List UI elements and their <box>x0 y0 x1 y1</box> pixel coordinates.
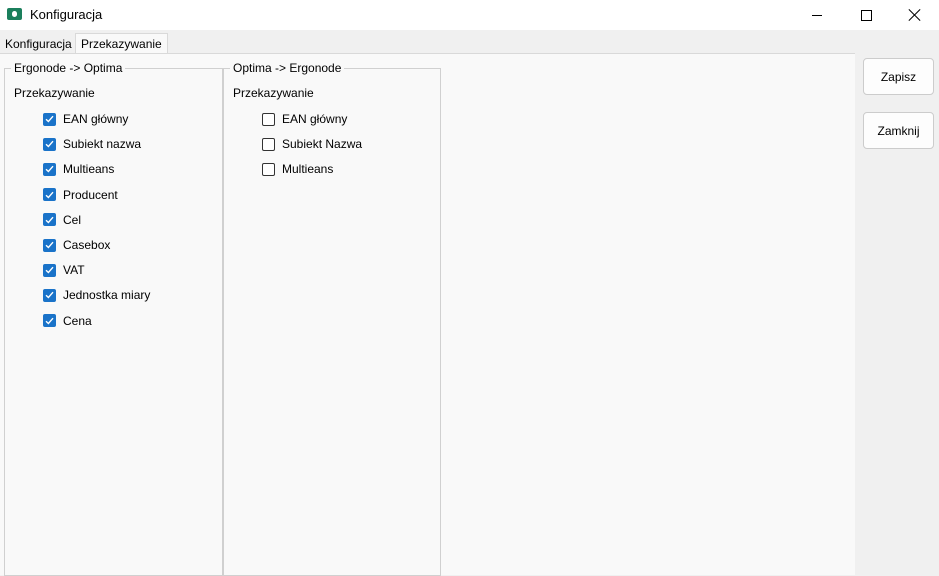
maximize-button[interactable] <box>843 0 889 30</box>
group-title: Ergonode -> Optima <box>11 61 126 75</box>
check-icon <box>45 292 54 299</box>
ergonode-to-optima-group: Ergonode -> Optima Przekazywanie EAN głó… <box>4 61 223 576</box>
tab-panel: Ergonode -> Optima Przekazywanie EAN głó… <box>0 53 855 576</box>
close-button[interactable]: Zamknij <box>863 112 934 149</box>
section-label: Przekazywanie <box>233 86 314 100</box>
checkbox-label: Producent <box>63 187 118 202</box>
window-title: Konfiguracja <box>30 7 103 22</box>
checkbox-checked[interactable] <box>43 263 56 277</box>
checkbox-row[interactable]: EAN główny <box>43 111 128 127</box>
checkbox-row[interactable]: Subiekt Nazwa <box>262 136 362 152</box>
minimize-icon <box>812 14 822 16</box>
app-icon <box>7 8 22 20</box>
maximize-icon <box>860 9 872 21</box>
checkbox-label: Multieans <box>63 162 115 177</box>
minimize-button[interactable] <box>794 0 840 30</box>
checkbox-checked[interactable] <box>43 238 56 252</box>
title-bar: Konfiguracja <box>0 0 939 30</box>
section-label: Przekazywanie <box>14 86 95 100</box>
checkbox-row[interactable]: EAN główny <box>262 111 347 127</box>
check-icon <box>45 317 54 325</box>
checkbox-row[interactable]: Multieans <box>262 161 333 177</box>
check-icon <box>45 241 54 249</box>
check-icon <box>45 115 54 123</box>
checkbox-checked[interactable] <box>43 188 56 202</box>
optima-to-ergonode-group: Optima -> Ergonode Przekazywanie EAN głó… <box>223 61 441 576</box>
save-button[interactable]: Zapisz <box>863 58 934 95</box>
checkbox-checked[interactable] <box>43 112 56 126</box>
checkbox-row[interactable]: VAT <box>43 262 85 278</box>
checkbox-label: Casebox <box>63 238 111 252</box>
checkbox-label: VAT <box>63 263 85 278</box>
checkbox-checked[interactable] <box>43 137 56 151</box>
group-title: Optima -> Ergonode <box>230 61 345 75</box>
tab-konfiguracja[interactable]: Konfiguracja <box>0 35 77 53</box>
checkbox-unchecked[interactable] <box>262 162 275 176</box>
checkbox-checked[interactable] <box>43 162 56 176</box>
checkbox-row[interactable]: Producent <box>43 187 118 203</box>
checkbox-label: Cena <box>63 313 92 328</box>
checkbox-row[interactable]: Multieans <box>43 161 114 177</box>
close-icon <box>909 9 921 21</box>
close-window-button[interactable] <box>892 0 938 30</box>
check-icon <box>45 216 54 224</box>
check-icon <box>45 166 54 173</box>
checkbox-label: Subiekt nazwa <box>63 137 142 152</box>
checkbox-label: Cel <box>63 212 82 227</box>
checkbox-row[interactable]: Cel <box>43 212 81 228</box>
checkbox-label: Jednostka miary <box>63 288 151 303</box>
checkbox-label: Multieans <box>282 162 334 177</box>
checkbox-row[interactable]: Cena <box>43 313 92 329</box>
check-icon <box>45 140 54 148</box>
checkbox-row[interactable]: Subiekt nazwa <box>43 136 141 152</box>
checkbox-unchecked[interactable] <box>262 137 275 151</box>
tab-przekazywanie[interactable]: Przekazywanie <box>75 33 168 54</box>
check-icon <box>45 266 54 274</box>
checkbox-row[interactable]: Jednostka miary <box>43 287 150 303</box>
checkbox-label: Subiekt Nazwa <box>282 137 363 152</box>
checkbox-unchecked[interactable] <box>262 112 275 126</box>
checkbox-checked[interactable] <box>43 314 56 328</box>
checkbox-label: EAN główny <box>282 112 348 126</box>
checkbox-label: EAN główny <box>63 112 129 126</box>
checkbox-checked[interactable] <box>43 288 56 302</box>
checkbox-checked[interactable] <box>43 213 56 227</box>
check-icon <box>45 191 54 199</box>
checkbox-row[interactable]: Casebox <box>43 237 110 253</box>
